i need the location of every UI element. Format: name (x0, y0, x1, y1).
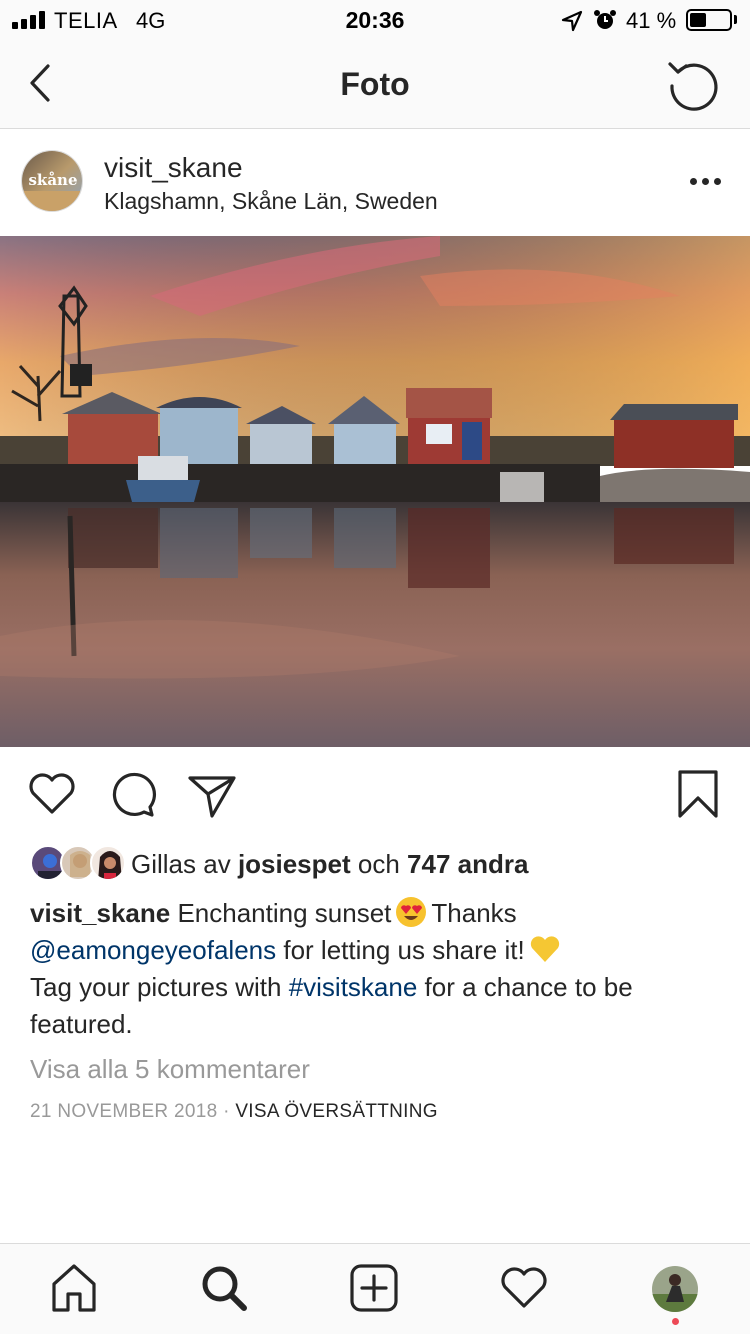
post-location[interactable]: Klagshamn, Skåne Län, Sweden (104, 188, 438, 215)
battery-icon (686, 9, 732, 31)
likes-text: Gillas av josiespet och 747 andra (131, 849, 528, 880)
battery-percent: 41 % (626, 8, 677, 33)
post-date: 21 NOVEMBER 2018 (30, 1101, 218, 1122)
likes-connector: och (357, 849, 400, 879)
comment-icon[interactable] (106, 768, 158, 820)
alarm-icon (594, 10, 616, 29)
post-photo[interactable] (0, 236, 750, 747)
page-title: Foto (340, 66, 410, 102)
add-post-icon[interactable] (348, 1262, 400, 1314)
liker-avatar (90, 845, 126, 881)
view-all-comments-link[interactable]: Visa alla 5 kommentarer (30, 1054, 310, 1085)
top-header: Foto (0, 40, 750, 129)
search-icon[interactable] (198, 1262, 250, 1314)
likes-count[interactable]: 747 andra (407, 849, 528, 879)
liker-username[interactable]: josiespet (238, 849, 351, 879)
profile-avatar[interactable] (652, 1266, 698, 1312)
activity-heart-icon[interactable] (498, 1262, 550, 1314)
heart-eyes-emoji (396, 897, 427, 927)
battery-fill (690, 13, 706, 27)
status-bar: TELIA 4G 20:36 41 % (0, 0, 750, 40)
refresh-icon[interactable] (664, 54, 724, 114)
caption-text: Thanks (431, 898, 517, 928)
heart-icon[interactable] (26, 768, 78, 820)
caption-hashtag[interactable]: #visitskane (289, 972, 418, 1002)
likes-prefix: Gillas av (131, 849, 231, 879)
notification-dot (672, 1318, 679, 1325)
more-dot (702, 178, 709, 185)
caption-username[interactable]: visit_skane (30, 898, 170, 928)
post-meta: 21 NOVEMBER 2018 · VISA ÖVERSÄTTNING (30, 1101, 438, 1123)
more-icon[interactable] (686, 168, 726, 194)
caption-text: Tag your pictures with (30, 972, 282, 1002)
post-caption: visit_skane Enchanting sunset Thanks @ea… (30, 895, 720, 1043)
post-username[interactable]: visit_skane (104, 152, 243, 184)
battery-nub (734, 15, 737, 24)
post-header: skåne visit_skane Klagshamn, Skåne Län, … (0, 130, 750, 235)
see-translation-link[interactable]: VISA ÖVERSÄTTNING (235, 1101, 438, 1122)
post-actions (0, 760, 750, 830)
more-dot (714, 178, 721, 185)
home-icon[interactable] (48, 1262, 100, 1314)
bookmark-icon[interactable] (672, 768, 724, 820)
likes-row[interactable]: Gillas av josiespet och 747 andra (30, 845, 730, 885)
avatar-logo-text: skåne (28, 171, 78, 189)
caption-text: Enchanting sunset (177, 898, 392, 928)
share-icon[interactable] (186, 768, 238, 820)
caption-mention[interactable]: @eamongeyeofalens (30, 935, 276, 965)
meta-separator: · (223, 1101, 230, 1122)
location-arrow-icon (561, 10, 583, 32)
author-avatar[interactable]: skåne (21, 150, 83, 212)
yellow-heart-emoji (530, 936, 559, 962)
caption-text: for letting us share it! (283, 935, 525, 965)
sunset-harbor-image (0, 236, 750, 747)
bottom-navigation (0, 1243, 750, 1334)
more-dot (690, 178, 697, 185)
